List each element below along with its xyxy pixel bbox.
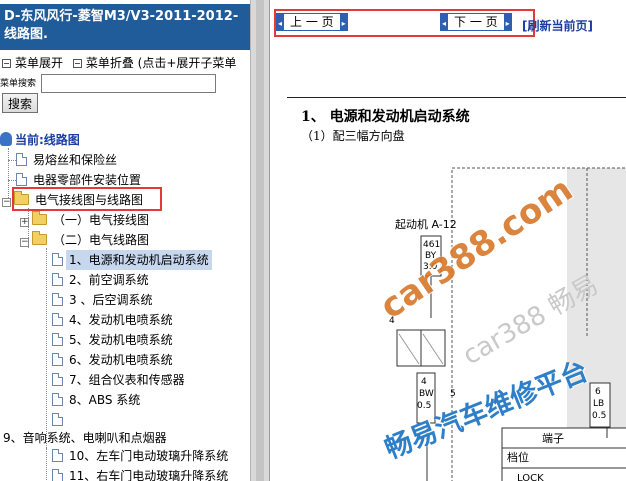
collapse-toggle-icon[interactable]: −	[20, 238, 29, 247]
svg-text:4: 4	[421, 377, 427, 387]
document-icon	[16, 173, 27, 186]
document-icon	[52, 469, 63, 481]
document-icon	[52, 353, 63, 366]
highlight-annotation	[12, 187, 162, 211]
expand-toggle-icon[interactable]: +	[20, 218, 29, 227]
tree-item[interactable]: 5、发动机电喷系统	[52, 330, 176, 350]
content-panel: ◂ 上 一 页 ▸ ◂ 下 一 页 ▸ [刷新当前页] 1、 电源和发动机启动系统 （1…	[270, 0, 626, 481]
refresh-page-link[interactable]: [刷新当前页]	[522, 17, 593, 34]
svg-text:LOCK: LOCK	[517, 473, 544, 481]
tree-item-selected[interactable]: 1、电源和发动机启动系统	[52, 250, 212, 270]
tree-item[interactable]: 2、前空调系统	[52, 270, 152, 290]
document-icon	[52, 293, 63, 306]
search-button[interactable]: 搜索	[2, 93, 38, 113]
search-label: 菜单搜索	[0, 79, 37, 89]
expand-icon[interactable]	[2, 59, 11, 68]
document-icon	[16, 153, 27, 166]
frame-splitter[interactable]	[250, 0, 270, 481]
document-title: D-东风风行-菱智M3/V3-2011-2012- 线路图.	[0, 4, 250, 50]
svg-text:BW: BW	[419, 389, 434, 399]
search-input[interactable]	[40, 74, 216, 93]
document-icon	[52, 273, 63, 286]
tree-item[interactable]: 10、左车门电动玻璃升降系统	[52, 446, 231, 466]
tree-item[interactable]: 3 、后空调系统	[52, 290, 155, 310]
search-row: 菜单搜索	[0, 74, 216, 93]
right-arrow-icon: ▸	[505, 19, 510, 28]
tree-folder[interactable]: + （一）电气接线图	[20, 210, 152, 230]
tree-item[interactable]: 6、发动机电喷系统	[52, 350, 176, 370]
svg-text:档位: 档位	[507, 450, 529, 464]
tree-item[interactable]: 9、音响系统、电喇叭和点烟器	[0, 428, 170, 448]
page-navigation: ◂ 上 一 页 ▸ ◂ 下 一 页 ▸ [刷新当前页]	[270, 6, 626, 37]
collapse-icon[interactable]	[72, 59, 82, 68]
svg-text:6: 6	[595, 387, 601, 397]
svg-text:端子: 端子	[542, 432, 564, 445]
current-label: 当前:线路图	[15, 133, 80, 147]
section-subtitle: （1）配三幅方向盘	[301, 129, 405, 143]
document-icon	[52, 333, 63, 346]
folder-icon	[32, 211, 47, 225]
document-icon	[52, 373, 63, 386]
starter-label: 起动机 A-12	[395, 217, 457, 231]
document-icon	[52, 393, 63, 406]
left-arrow-icon: ◂	[277, 19, 282, 28]
tree-folder[interactable]: − （二）电气线路图	[20, 230, 152, 250]
tree-item[interactable]: 11、右车门电动玻璃升降系统	[52, 466, 231, 481]
tree-item[interactable]: 8、ABS 系统	[52, 390, 143, 410]
svg-text:461: 461	[423, 240, 440, 250]
document-icon	[52, 413, 63, 426]
next-page-button[interactable]: ◂ 下 一 页 ▸	[440, 13, 512, 31]
svg-text:5: 5	[450, 389, 456, 399]
svg-text:LB: LB	[593, 399, 604, 409]
menu-controls: 菜单展开 菜单折叠 (点击+展开子菜单	[0, 54, 250, 71]
tree-item[interactable]: 7、组合仪表和传感器	[52, 370, 188, 390]
document-icon	[52, 253, 63, 266]
globe-icon	[0, 132, 12, 146]
left-arrow-icon: ◂	[441, 19, 446, 28]
tree-current[interactable]: 当前:线路图	[0, 130, 80, 150]
folder-open-icon	[32, 231, 47, 245]
document-icon	[52, 313, 63, 326]
tree-connector	[46, 248, 47, 458]
svg-text:0.5: 0.5	[592, 411, 606, 421]
menu-collapse-link[interactable]: 菜单折叠 (点击+展开子菜单	[86, 56, 237, 70]
tree-item[interactable]: 4、发动机电喷系统	[52, 310, 176, 330]
tree-connector	[46, 448, 47, 481]
tree-item[interactable]	[52, 410, 72, 430]
collapse-toggle-icon[interactable]: −	[2, 198, 11, 207]
menu-expand-link[interactable]: 菜单展开	[15, 56, 63, 70]
menu-panel: D-东风风行-菱智M3/V3-2011-2012- 线路图. 菜单展开 菜单折叠…	[0, 0, 250, 481]
tree-item[interactable]: 易熔丝和保险丝	[16, 150, 120, 170]
right-arrow-icon: ▸	[341, 19, 346, 28]
section-title: 1、 电源和发动机启动系统	[301, 109, 470, 125]
prev-page-button[interactable]: ◂ 上 一 页 ▸	[276, 13, 348, 31]
document-icon	[52, 449, 63, 462]
